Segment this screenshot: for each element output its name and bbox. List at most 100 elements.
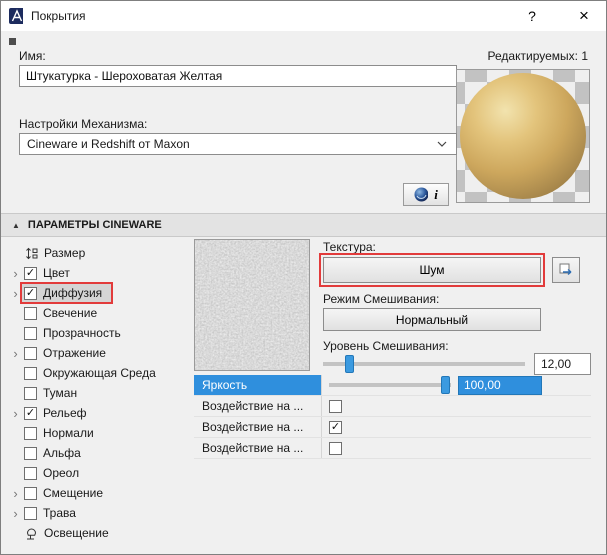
channel-checkbox[interactable] <box>24 387 37 400</box>
table-row-affect-3[interactable]: Воздействие на ... <box>194 438 591 459</box>
channel-row-grass[interactable]: › Трава <box>9 503 189 523</box>
channel-checkbox[interactable] <box>24 447 37 460</box>
blend-level-label: Уровень Смешивания: <box>323 339 449 353</box>
name-label: Имя: <box>19 49 46 63</box>
channel-label: Смещение <box>43 486 103 500</box>
expand-icon[interactable]: › <box>9 406 22 421</box>
channel-row-normals[interactable]: › Нормали <box>9 423 189 443</box>
channel-row-alpha[interactable]: › Альфа <box>9 443 189 463</box>
affect-checkbox[interactable] <box>329 400 342 413</box>
section-cineware-parameters[interactable]: ▲ ПАРАМЕТРЫ CINEWARE <box>1 213 606 237</box>
channel-row-bump[interactable]: › Рельеф <box>9 403 189 423</box>
engine-label: Настройки Механизма: <box>19 117 147 131</box>
close-button[interactable]: × <box>562 1 606 31</box>
channel-checkbox[interactable] <box>24 427 37 440</box>
expand-icon[interactable]: › <box>9 486 22 501</box>
engine-dropdown[interactable]: Cineware и Redshift от Maxon <box>19 133 457 155</box>
expand-icon[interactable]: › <box>9 346 22 361</box>
preview-sphere <box>460 73 586 199</box>
channel-label: Нормали <box>43 426 94 440</box>
cinema4d-icon <box>414 188 428 202</box>
channel-label: Цвет <box>43 266 70 280</box>
slider-handle[interactable] <box>345 355 354 373</box>
channel-row-fog[interactable]: › Туман <box>9 383 189 403</box>
collapse-triangle-icon: ▲ <box>12 221 20 230</box>
channel-row-diffusion[interactable]: › Диффузия <box>9 283 189 303</box>
texture-menu-icon <box>559 263 573 277</box>
affect-control-cell <box>321 396 591 416</box>
channel-checkbox[interactable] <box>24 287 37 300</box>
channel-label: Окружающая Среда <box>43 366 156 380</box>
slider-handle[interactable] <box>441 376 450 394</box>
chevron-down-icon <box>435 137 449 151</box>
editable-count: Редактируемых: 1 <box>488 49 588 63</box>
expand-icon[interactable]: › <box>9 286 22 301</box>
channel-label: Рельеф <box>43 406 87 420</box>
texture-preview[interactable] <box>194 239 310 371</box>
affect-checkbox[interactable] <box>329 442 342 455</box>
expand-icon[interactable]: › <box>9 506 22 521</box>
channel-row-illumination[interactable]: › Освещение <box>9 523 189 543</box>
channel-checkbox[interactable] <box>24 407 37 420</box>
table-row-affect-1[interactable]: Воздействие на ... <box>194 396 591 417</box>
slider-track[interactable] <box>329 383 451 387</box>
affect-control-cell <box>321 438 591 458</box>
size-icon <box>24 246 38 260</box>
window-title: Покрытия <box>31 9 86 23</box>
channel-row-displacement[interactable]: › Смещение <box>9 483 189 503</box>
panel-grip[interactable] <box>9 38 16 45</box>
channel-label: Освещение <box>44 526 109 540</box>
info-letter: i <box>434 187 438 203</box>
blend-level-value[interactable]: 12,00 <box>534 353 591 375</box>
channel-label: Ореол <box>43 466 79 480</box>
blend-level-slider[interactable] <box>323 355 525 373</box>
titlebar: Покрытия ? × <box>1 1 606 31</box>
affect-label: Воздействие на ... <box>194 417 321 437</box>
channel-checkbox[interactable] <box>24 307 37 320</box>
texture-label: Текстура: <box>323 240 376 254</box>
table-row-brightness[interactable]: Яркость 100,00 <box>194 375 591 396</box>
channel-checkbox[interactable] <box>24 487 37 500</box>
channel-row-environment[interactable]: › Окружающая Среда <box>9 363 189 383</box>
lamp-icon <box>24 526 38 540</box>
channel-row-luminance[interactable]: › Свечение <box>9 303 189 323</box>
table-row-affect-2[interactable]: Воздействие на ... <box>194 417 591 438</box>
app-icon <box>9 9 23 23</box>
diffusion-param-table: Яркость 100,00 Воздействие на ... Воздей… <box>194 375 591 459</box>
affect-label: Воздействие на ... <box>194 396 321 416</box>
name-input[interactable] <box>19 65 457 87</box>
affect-checkbox[interactable] <box>329 421 342 434</box>
channel-label: Свечение <box>43 306 97 320</box>
brightness-control-cell: 100,00 <box>321 375 591 395</box>
help-button[interactable]: ? <box>510 1 554 31</box>
blend-mode-label: Режим Смешивания: <box>323 292 439 306</box>
channel-label: Размер <box>44 246 85 260</box>
brightness-slider[interactable] <box>329 376 451 394</box>
channel-label: Трава <box>43 506 76 520</box>
channel-row-color[interactable]: › Цвет <box>9 263 189 283</box>
noise-image <box>195 240 309 370</box>
cineware-info-button[interactable]: i <box>403 183 449 206</box>
channel-checkbox[interactable] <box>24 507 37 520</box>
channel-label: Прозрачность <box>43 326 121 340</box>
channel-checkbox[interactable] <box>24 367 37 380</box>
channel-list: › Размер › Цвет › Диффузия › <box>9 243 189 543</box>
brightness-label[interactable]: Яркость <box>194 375 321 395</box>
channel-row-glow[interactable]: › Ореол <box>9 463 189 483</box>
channel-checkbox[interactable] <box>24 267 37 280</box>
channel-checkbox[interactable] <box>24 467 37 480</box>
channel-row-size[interactable]: › Размер <box>9 243 189 263</box>
texture-menu-button[interactable] <box>552 257 580 283</box>
channel-row-transparency[interactable]: › Прозрачность <box>9 323 189 343</box>
texture-button[interactable]: Шум <box>323 257 541 283</box>
channel-checkbox[interactable] <box>24 347 37 360</box>
section-title: ПАРАМЕТРЫ CINEWARE <box>28 219 162 231</box>
channel-checkbox[interactable] <box>24 327 37 340</box>
affect-label: Воздействие на ... <box>194 438 321 458</box>
material-preview[interactable] <box>456 69 590 203</box>
channel-row-reflection[interactable]: › Отражение <box>9 343 189 363</box>
affect-control-cell <box>321 417 591 437</box>
blend-mode-button[interactable]: Нормальный <box>323 308 541 331</box>
brightness-value[interactable]: 100,00 <box>458 376 542 395</box>
expand-icon[interactable]: › <box>9 266 22 281</box>
